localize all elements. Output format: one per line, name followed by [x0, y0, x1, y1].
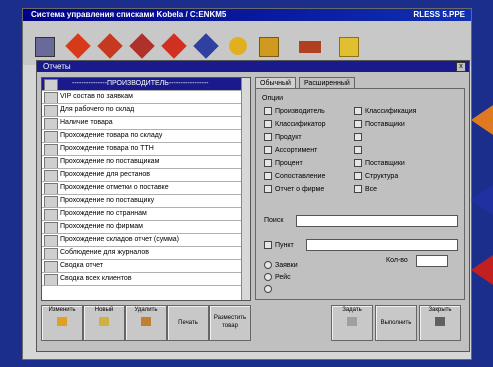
list-item[interactable]: Соблюдение для журналов — [42, 247, 250, 260]
edit-icon — [57, 317, 67, 326]
quantity-label: Кол-во — [386, 257, 408, 264]
search-input[interactable] — [296, 215, 458, 227]
row-checkbox[interactable] — [44, 144, 58, 155]
side-decoration-red — [471, 255, 493, 285]
report-list[interactable]: ---------------ПРОИЗВОДИТЕЛЬ------------… — [41, 77, 251, 301]
box-icon[interactable] — [299, 41, 321, 53]
new-icon — [99, 317, 109, 326]
options-group-label: Опции — [262, 95, 284, 102]
option-right-2[interactable]: Поставщики — [354, 120, 405, 128]
option-left-3[interactable]: Продукт — [264, 133, 302, 141]
list-item[interactable]: VIP состав по заявкам — [42, 91, 250, 104]
row-checkbox[interactable] — [44, 235, 58, 246]
point-select[interactable] — [306, 239, 458, 251]
row-checkbox[interactable] — [44, 105, 58, 116]
diamond-red-icon[interactable] — [129, 33, 155, 59]
side-decoration-blue — [471, 185, 493, 215]
sun-icon[interactable] — [229, 37, 247, 55]
list-item[interactable]: Прохождение складов отчет (сумма) — [42, 234, 250, 247]
option-right-6[interactable]: Структура — [354, 172, 398, 180]
dialog-title-bar: Отчеты x — [37, 61, 469, 72]
row-checkbox[interactable] — [44, 183, 58, 194]
row-checkbox[interactable] — [44, 79, 58, 90]
option-left-4[interactable]: Ассортимент — [264, 146, 317, 154]
list-item[interactable]: Прохождение для рестанов — [42, 169, 250, 182]
search-label: Поиск — [264, 217, 284, 224]
execute-button[interactable]: Выполнить — [375, 305, 417, 341]
point-option[interactable]: Пункт — [264, 241, 294, 249]
side-decoration-orange — [471, 105, 493, 135]
option-left-2[interactable]: Классификатор — [264, 120, 326, 128]
diamond-red-icon[interactable] — [161, 33, 187, 59]
row-checkbox[interactable] — [44, 261, 58, 272]
row-checkbox[interactable] — [44, 248, 58, 259]
app-title-right: RLESS 5.PPE — [413, 10, 465, 19]
dialog-title: Отчеты — [43, 62, 71, 71]
close-icon — [435, 317, 445, 326]
options-panel: Обычный Расширенный Опции Производитель … — [255, 77, 465, 300]
option-right-1[interactable]: Классификация — [354, 107, 416, 115]
row-checkbox[interactable] — [44, 222, 58, 233]
list-item[interactable]: Сводка отчет — [42, 260, 250, 273]
close-dialog-button[interactable]: Закрыть — [419, 305, 461, 341]
delete-icon — [141, 317, 151, 326]
list-item[interactable]: Наличие товара — [42, 117, 250, 130]
quantity-stepper[interactable] — [416, 255, 448, 267]
row-checkbox[interactable] — [44, 157, 58, 168]
row-checkbox[interactable] — [44, 196, 58, 207]
row-checkbox[interactable] — [44, 92, 58, 103]
row-checkbox[interactable] — [44, 118, 58, 129]
diamond-red-icon[interactable] — [65, 33, 91, 59]
list-item[interactable]: Прохождение по поставщику — [42, 195, 250, 208]
option-right-5[interactable]: Поставщики — [354, 159, 405, 167]
close-button[interactable]: x — [456, 62, 466, 72]
row-checkbox[interactable] — [44, 274, 58, 285]
option-right-7[interactable]: Все — [354, 185, 377, 193]
new-button[interactable]: Новый — [83, 305, 125, 341]
option-left-1[interactable]: Производитель — [264, 107, 325, 115]
set-button[interactable]: Задать — [331, 305, 373, 341]
list-item[interactable]: Прохождение по страннам — [42, 208, 250, 221]
place-goods-button[interactable]: Разместить товар — [209, 305, 251, 341]
set-icon — [347, 317, 357, 326]
diamond-blue-icon[interactable] — [193, 33, 219, 59]
list-item[interactable]: Прохождение по фирмам — [42, 221, 250, 234]
toolbar — [23, 21, 471, 65]
list-scrollbar[interactable] — [241, 78, 250, 300]
row-checkbox[interactable] — [44, 209, 58, 220]
option-right-4[interactable] — [354, 146, 365, 154]
logo-icon[interactable] — [35, 37, 55, 57]
list-item[interactable]: ---------------ПРОИЗВОДИТЕЛЬ------------… — [42, 78, 250, 91]
title-bar: Система управления списками Kobela / C:E… — [23, 9, 471, 21]
list-item[interactable]: Для рабочего по склад — [42, 104, 250, 117]
radio-other[interactable] — [264, 285, 275, 293]
button-bar: Изменить Новый Удалить Печать Разместить… — [41, 305, 465, 347]
radio-orders[interactable]: Заявки — [264, 261, 298, 269]
tab-content: Опции Производитель Классификатор Продук… — [255, 88, 465, 300]
list-item[interactable]: Прохождение товара по складу — [42, 130, 250, 143]
print-button[interactable]: Печать — [167, 305, 209, 341]
row-checkbox[interactable] — [44, 170, 58, 181]
radio-trip[interactable]: Рейс — [264, 273, 291, 281]
chart-icon[interactable] — [339, 37, 359, 57]
list-item[interactable]: Сводка всех клиентов — [42, 273, 250, 286]
option-right-3[interactable] — [354, 133, 365, 141]
delete-button[interactable]: Удалить — [125, 305, 167, 341]
reports-dialog: Отчеты x ---------------ПРОИЗВОДИТЕЛЬ---… — [36, 60, 470, 352]
option-left-5[interactable]: Процент — [264, 159, 303, 167]
list-item[interactable]: Прохождение товара по ТТН — [42, 143, 250, 156]
diamond-red-icon[interactable] — [97, 33, 123, 59]
list-item[interactable]: Прохождение по поставщикам — [42, 156, 250, 169]
folder-icon[interactable] — [259, 37, 279, 57]
option-left-7[interactable]: Отчет о фирме — [264, 185, 324, 193]
option-left-6[interactable]: Сопоставление — [264, 172, 325, 180]
app-title: Система управления списками Kobela / C:E… — [31, 10, 227, 19]
list-item[interactable]: Прохождение отметки о поставке — [42, 182, 250, 195]
edit-button[interactable]: Изменить — [41, 305, 83, 341]
row-checkbox[interactable] — [44, 131, 58, 142]
